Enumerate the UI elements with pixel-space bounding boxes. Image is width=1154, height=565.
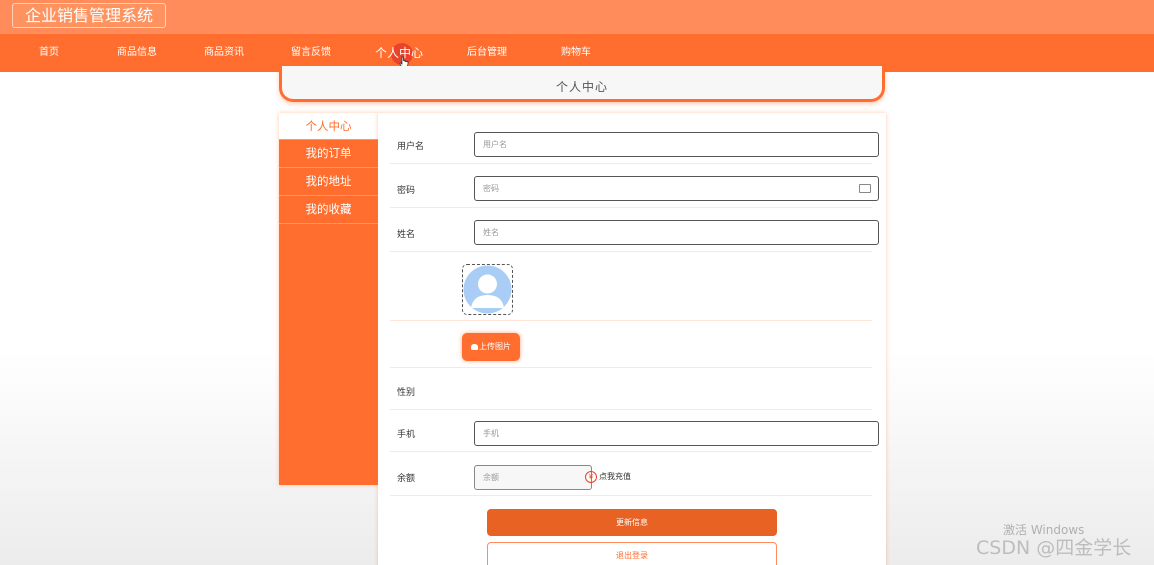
sidebar-item-profile[interactable]: 个人中心 <box>279 113 378 140</box>
page-title: 个人中心 <box>555 80 608 94</box>
sidebar-item-address[interactable]: 我的地址 <box>279 168 378 196</box>
password-label: 密码 <box>397 186 416 196</box>
update-info-button[interactable]: 更新信息 <box>487 509 777 536</box>
default-avatar-icon <box>463 265 512 314</box>
name-input[interactable]: 姓名 <box>474 220 879 245</box>
recharge-link[interactable]: ¥ 点我充值 <box>585 470 631 484</box>
password-placeholder: 密码 <box>483 184 499 193</box>
page-title-card: 个人中心 <box>279 66 885 102</box>
profile-form: 用户名 用户名 密码 密码 姓名 姓名 上传图片 性别 手机 手机 余额 余额 … <box>378 113 886 565</box>
avatar-preview[interactable] <box>462 264 513 315</box>
password-row: 密码 密码 <box>390 164 879 208</box>
nav-item-home[interactable]: 首页 <box>39 34 59 72</box>
name-row: 姓名 姓名 <box>390 208 879 252</box>
sidebar-item-orders[interactable]: 我的订单 <box>279 140 378 168</box>
upload-image-button[interactable]: 上传图片 <box>462 333 520 361</box>
gender-label: 性别 <box>397 388 416 398</box>
username-input[interactable]: 用户名 <box>474 132 879 157</box>
phone-label: 手机 <box>397 430 416 440</box>
recharge-label: 点我充值 <box>599 472 631 481</box>
balance-input[interactable]: 余额 <box>474 465 592 490</box>
gender-row: 性别 <box>390 368 872 410</box>
username-label: 用户名 <box>397 142 425 152</box>
phone-row: 手机 手机 <box>390 410 879 452</box>
password-input[interactable]: 密码 <box>474 176 879 201</box>
username-row: 用户名 用户名 <box>390 122 879 164</box>
nav-item-products[interactable]: 商品信息 <box>117 34 157 72</box>
app-title: 企业销售管理系统 <box>12 3 167 28</box>
logout-button[interactable]: 退出登录 <box>487 542 777 565</box>
name-label: 姓名 <box>397 230 416 240</box>
sidebar: 个人中心 我的订单 我的地址 我的收藏 <box>279 113 378 485</box>
balance-label: 余额 <box>397 474 416 484</box>
keyboard-icon[interactable] <box>859 184 871 193</box>
csdn-watermark: CSDN @四金学长 <box>976 537 1132 559</box>
upload-button-label: 上传图片 <box>479 342 511 351</box>
balance-row: 余额 余额 <box>390 452 872 496</box>
phone-input[interactable]: 手机 <box>474 421 879 446</box>
upload-icon <box>471 343 478 350</box>
sidebar-item-favorites[interactable]: 我的收藏 <box>279 196 378 224</box>
top-header: 企业销售管理系统 <box>0 0 1154 34</box>
yen-icon: ¥ <box>585 470 597 483</box>
nav-item-news[interactable]: 商品资讯 <box>204 34 244 72</box>
